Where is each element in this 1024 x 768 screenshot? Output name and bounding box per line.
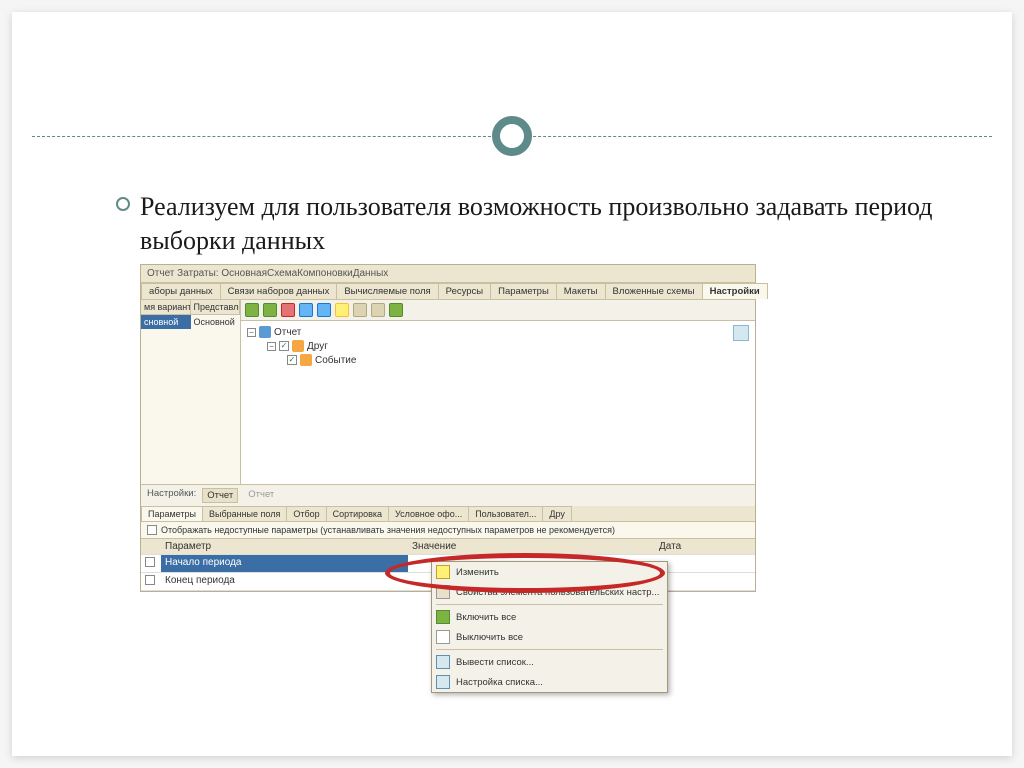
subtab-params[interactable]: Параметры [141,506,203,521]
app-window: Отчет Затраты: ОсновнаяСхемаКомпоновкиДа… [140,264,756,592]
variants-col-name: мя варианта [141,300,191,314]
group-icon [300,354,312,366]
expand-minus-icon[interactable]: − [267,342,276,351]
settings-inactive-link: Отчет [244,488,278,503]
check-all-icon [436,610,450,624]
add-group-icon[interactable] [263,303,277,317]
add-icon[interactable] [245,303,259,317]
tab-parameters[interactable]: Параметры [490,283,557,299]
structure-icon[interactable] [389,303,403,317]
variants-pane: мя варианта Представление сновной Основн… [141,300,241,484]
properties-icon [436,585,450,599]
ctx-edit-label: Изменить [456,567,499,578]
param-header-param: Параметр [161,539,408,554]
ctx-edit[interactable]: Изменить [432,562,667,582]
bullet-icon [116,197,130,211]
show-unavailable-checkbox[interactable] [147,525,157,535]
settings-active-link[interactable]: Отчет [202,488,238,503]
move-down-icon[interactable] [317,303,331,317]
settings-breadcrumb: Настройки: Отчет Отчет [141,485,755,506]
ctx-divider [436,604,663,605]
ctx-uncheck-all-label: Выключить все [456,632,523,643]
param-date-cell[interactable] [655,555,755,572]
variants-header-row: мя варианта Представление [141,300,240,315]
subtab-selected-fields[interactable]: Выбранные поля [202,506,287,521]
report-tree[interactable]: − Отчет − ✓ Друг ✓ Событие [241,321,755,484]
param-date-cell[interactable] [655,573,755,590]
main-tab-bar: аборы данных Связи наборов данных Вычисл… [141,283,755,300]
ctx-check-all[interactable]: Включить все [432,607,667,627]
context-menu[interactable]: Изменить Свойства элемента пользовательс… [431,561,668,693]
report-toolbar [241,300,755,321]
tree-child-node[interactable]: − ✓ Друг [267,339,749,353]
ctx-uncheck-all[interactable]: Выключить все [432,627,667,647]
param-name-cell[interactable]: Конец периода [161,573,408,590]
tree-grandchild-node[interactable]: ✓ Событие [287,353,749,367]
ctx-list-settings-label: Настройка списка... [456,677,543,688]
ctx-output-list[interactable]: Вывести список... [432,652,667,672]
subtab-other[interactable]: Дру [542,506,572,521]
copy-icon[interactable] [353,303,367,317]
tree-root-label: Отчет [274,327,301,338]
subtab-filter[interactable]: Отбор [286,506,326,521]
param-checkbox[interactable] [145,557,155,567]
ctx-output-list-label: Вывести список... [456,657,534,668]
show-unavailable-label: Отображать недоступные параметры (устана… [161,525,615,535]
param-header-value: Значение [408,539,655,554]
uncheck-all-icon [436,630,450,644]
subtab-user[interactable]: Пользовател... [468,506,543,521]
ctx-divider [436,649,663,650]
window-title: Отчет Затраты: ОсновнаяСхемаКомпоновкиДа… [141,265,755,283]
edit-icon [436,565,450,579]
expand-icon[interactable] [335,303,349,317]
variants-col-repr: Представление [191,300,241,314]
variant-repr-cell: Основной [191,315,241,329]
param-header-date: Дата [655,539,755,554]
ctx-properties-label: Свойства элемента пользовательских настр… [456,587,659,598]
output-list-icon [436,655,450,669]
group-icon [292,340,304,352]
subtab-conditional[interactable]: Условное офо... [388,506,469,521]
param-table: Параметр Значение Дата Начало периода Ко… [141,539,755,591]
expand-minus-icon[interactable]: − [247,328,256,337]
move-up-icon[interactable] [299,303,313,317]
report-root-icon [259,326,271,338]
tree-root-node[interactable]: − Отчет [247,325,749,339]
main-split: мя варианта Представление сновной Основн… [141,300,755,484]
bottom-settings-block: Настройки: Отчет Отчет Параметры Выбранн… [141,484,755,591]
report-pane: − Отчет − ✓ Друг ✓ Событие [241,300,755,484]
tab-resources[interactable]: Ресурсы [438,283,491,299]
ctx-list-settings[interactable]: Настройка списка... [432,672,667,692]
delete-icon[interactable] [281,303,295,317]
tab-datasets[interactable]: аборы данных [141,283,221,299]
variant-name-cell: сновной [141,315,191,329]
tab-nested-schemas[interactable]: Вложенные схемы [605,283,703,299]
slide-frame: Реализуем для пользователя возможность п… [12,12,1012,756]
tree-settings-icon[interactable] [733,325,749,341]
list-settings-icon [436,675,450,689]
settings-sub-tabs: Параметры Выбранные поля Отбор Сортировк… [141,506,755,521]
tree-checkbox-icon[interactable]: ✓ [287,355,297,365]
tab-templates[interactable]: Макеты [556,283,606,299]
settings-label: Настройки: [147,488,196,503]
slide-headline: Реализуем для пользователя возможность п… [140,190,952,258]
param-checkbox[interactable] [145,575,155,585]
tab-calc-fields[interactable]: Вычисляемые поля [336,283,438,299]
tree-grandchild-label: Событие [315,355,356,366]
show-unavailable-row[interactable]: Отображать недоступные параметры (устана… [141,521,755,539]
tab-settings[interactable]: Настройки [702,283,768,299]
param-name-cell[interactable]: Начало периода [161,555,408,572]
paste-icon[interactable] [371,303,385,317]
tree-child-label: Друг [307,341,328,352]
ctx-properties[interactable]: Свойства элемента пользовательских настр… [432,582,667,602]
ctx-check-all-label: Включить все [456,612,516,623]
param-header-row: Параметр Значение Дата [141,539,755,555]
variant-row[interactable]: сновной Основной [141,315,240,329]
decorative-circle [492,116,532,156]
tree-checkbox-icon[interactable]: ✓ [279,341,289,351]
subtab-sort[interactable]: Сортировка [326,506,389,521]
tab-dataset-links[interactable]: Связи наборов данных [220,283,338,299]
